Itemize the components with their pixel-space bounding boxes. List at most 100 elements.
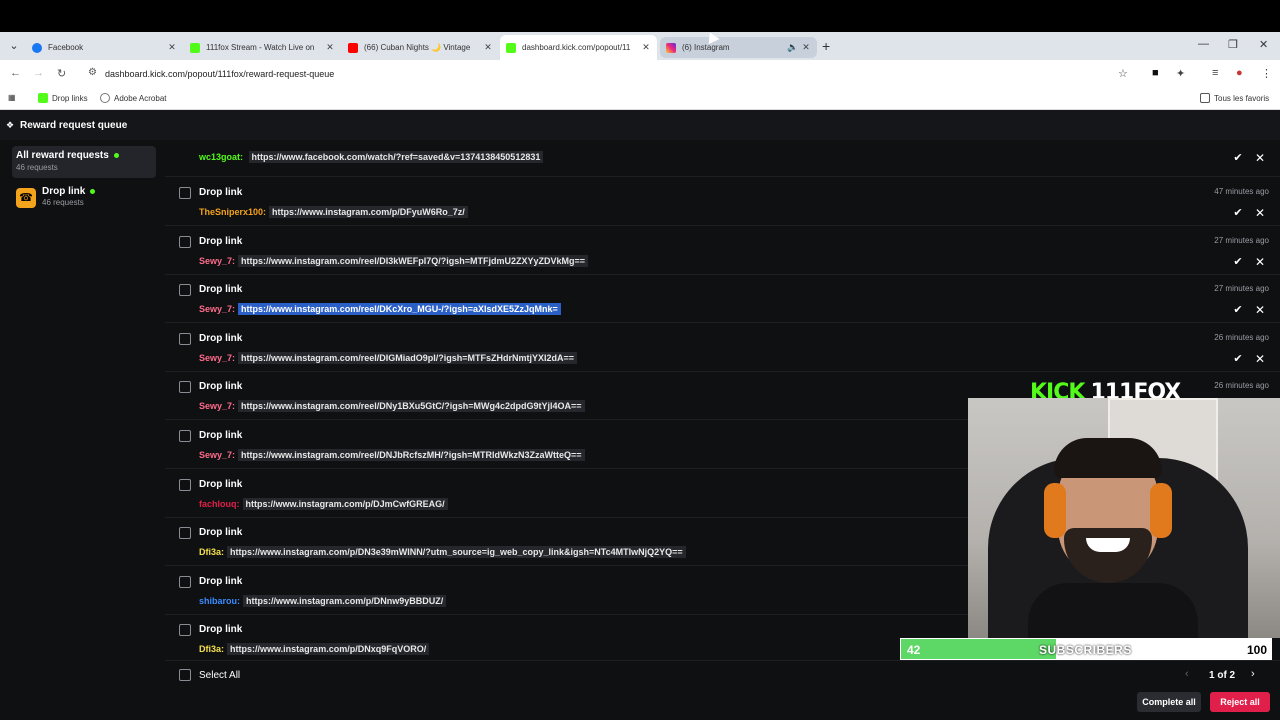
speaker-icon[interactable]: 🔈 [787, 42, 798, 53]
reject-x-icon[interactable]: ✕ [1252, 205, 1268, 221]
tab-dashboard[interactable]: dashboard.kick.com/popout/11 ✕ [500, 35, 657, 60]
row-checkbox[interactable] [179, 478, 191, 491]
request-link[interactable]: https://www.instagram.com/reel/DNy1BXu5G… [238, 400, 585, 413]
subscriber-current: 42 [907, 643, 921, 657]
site-info-icon[interactable]: ⚙ [88, 67, 97, 78]
request-user[interactable]: wc13goat: [199, 152, 243, 162]
extension-kick-icon[interactable]: ■ [1152, 67, 1159, 79]
tab-instagram[interactable]: (6) Instagram 🔈 ✕ [660, 37, 817, 58]
back-icon[interactable]: ← [10, 67, 21, 79]
forward-icon[interactable]: → [33, 67, 44, 79]
close-icon[interactable]: ✕ [483, 42, 493, 53]
star-icon[interactable]: ☆ [1118, 67, 1128, 80]
row-checkbox[interactable] [179, 430, 191, 442]
request-link[interactable]: https://www.instagram.com/reel/DIGMiadO9… [238, 351, 578, 364]
close-icon[interactable]: ✕ [641, 42, 651, 53]
request-line: Sewy_7: https://www.instagram.com/reel/DK… [199, 303, 561, 316]
accept-check-icon[interactable]: ✔ [1230, 254, 1246, 270]
avatar[interactable]: ● [1236, 67, 1243, 79]
select-all-checkbox[interactable] [179, 669, 191, 681]
accept-check-icon[interactable]: ✔ [1230, 205, 1246, 221]
request-user[interactable]: Sewy_7: [199, 401, 235, 411]
close-icon[interactable]: ✕ [325, 42, 335, 53]
sidebar-item-drop-link[interactable]: ☎ Drop link 46 requests [12, 186, 156, 218]
request-link[interactable]: https://www.instagram.com/reel/DNJbRcfsz… [238, 449, 585, 461]
row-checkbox[interactable] [179, 381, 191, 394]
subscriber-progress-fill [901, 639, 1057, 659]
request-link[interactable]: https://www.instagram.com/p/DFyuW6Ro_7z/ [269, 206, 468, 218]
chevron-right-icon[interactable]: › [1251, 668, 1255, 680]
close-icon[interactable]: ✕ [801, 42, 811, 53]
tab-cuban-nights[interactable]: (66) Cuban Nights 🌙 Vintage ✕ [342, 35, 499, 60]
row-checkbox[interactable] [179, 575, 191, 588]
request-link[interactable]: https://www.instagram.com/p/DN3e39mWINN/… [227, 546, 686, 559]
window-close-icon[interactable]: ✕ [1259, 38, 1268, 51]
kick-icon [38, 93, 48, 103]
bookmark-adobe-acrobat[interactable]: Adobe Acrobat [100, 93, 166, 103]
request-link[interactable]: https://www.instagram.com/p/DNxq9FqVORO/ [227, 643, 430, 656]
request-link[interactable]: https://www.facebook.com/watch/?ref=save… [248, 151, 544, 163]
request-line: shibarou: https://www.instagram.com/p/DNn… [199, 594, 447, 607]
menu-icon[interactable]: ⋮ [1261, 67, 1272, 80]
new-tab-button[interactable]: + [822, 38, 830, 54]
tab-facebook[interactable]: Facebook ✕ [26, 35, 183, 60]
list-item: Drop link 47 minutes ago TheSniperx100: htt… [165, 177, 1280, 226]
request-user[interactable]: Sewy_7: [199, 304, 235, 314]
request-title: Drop link [199, 187, 243, 198]
request-user[interactable]: Dfi3a: [199, 547, 224, 557]
request-user[interactable]: Dfi3a: [199, 644, 224, 654]
url-field[interactable]: ⚙ dashboard.kick.com/popout/111fox/rewar… [80, 64, 1140, 84]
row-checkbox[interactable] [179, 527, 191, 540]
request-link[interactable]: https://www.instagram.com/reel/DI3kWEFpI… [238, 254, 589, 267]
complete-all-button[interactable]: Complete all [1137, 692, 1201, 712]
screen-top-bar [0, 0, 1280, 32]
request-link[interactable]: https://www.instagram.com/reel/DKcXro_MG… [238, 303, 561, 316]
webcam-overlay [968, 398, 1280, 638]
request-link[interactable]: https://www.instagram.com/p/DJmCwfGREAG/ [242, 497, 448, 510]
list-item: wc13goat: https://www.facebook.com/watch… [165, 140, 1280, 177]
row-checkbox[interactable] [179, 624, 191, 637]
select-all-label: Select All [199, 670, 241, 681]
extensions-icon[interactable]: ✦ [1176, 67, 1185, 80]
row-checkbox[interactable] [179, 284, 191, 297]
apps-icon[interactable]: ▦ [8, 93, 16, 102]
reload-icon[interactable]: ↻ [57, 67, 66, 80]
request-user[interactable]: Sewy_7: [199, 450, 235, 460]
accept-check-icon[interactable]: ✔ [1230, 302, 1246, 318]
sidebar-item-all-requests[interactable]: All reward requests 46 requests [12, 146, 156, 178]
media-icon[interactable]: ≡ [1212, 67, 1218, 79]
bookmark-drop-links[interactable]: Drop links [38, 93, 88, 103]
request-user[interactable]: Sewy_7: [199, 256, 235, 266]
close-icon[interactable]: ✕ [167, 42, 177, 53]
reject-all-button[interactable]: Reject all [1210, 692, 1270, 712]
tab-111fox-stream[interactable]: 111fox Stream - Watch Live on ✕ [184, 35, 341, 60]
reject-x-icon[interactable]: ✕ [1252, 254, 1268, 270]
request-time: 27 minutes ago [1214, 284, 1269, 294]
row-checkbox[interactable] [179, 332, 191, 345]
reject-x-icon[interactable]: ✕ [1252, 150, 1268, 166]
minimize-icon[interactable]: — [1198, 38, 1209, 50]
tab-search-icon[interactable]: ⌄ [6, 38, 22, 54]
request-user[interactable]: Sewy_7: [199, 353, 235, 363]
reject-x-icon[interactable]: ✕ [1252, 302, 1268, 318]
row-checkbox[interactable] [179, 187, 191, 199]
all-bookmarks[interactable]: Tous les favoris [1200, 93, 1269, 103]
accept-check-icon[interactable]: ✔ [1230, 351, 1246, 367]
request-user[interactable]: TheSniperx100: [199, 207, 266, 217]
request-line: Dfi3a: https://www.instagram.com/p/DN3e39… [199, 546, 686, 559]
reward-icon: ☎ [16, 188, 36, 208]
request-link[interactable]: https://www.instagram.com/p/DNnw9yBBDUZ/ [243, 594, 447, 607]
row-checkbox[interactable] [179, 235, 191, 248]
tab-title: dashboard.kick.com/popout/11 [522, 43, 631, 52]
reject-x-icon[interactable]: ✕ [1252, 351, 1268, 367]
url-text: dashboard.kick.com/popout/111fox/reward-… [105, 69, 335, 79]
list-item: Drop link 27 minutes ago Sewy_7: https://ww… [165, 274, 1280, 324]
request-line: Dfi3a: https://www.instagram.com/p/DNxq9F… [199, 643, 430, 656]
request-user[interactable]: shibarou: [199, 596, 240, 606]
request-user[interactable]: fachlouq: [199, 499, 240, 509]
online-dot-icon [113, 152, 119, 158]
accept-check-icon[interactable]: ✔ [1230, 150, 1246, 166]
tab-strip: ⌄ Facebook ✕ 111fox Stream - Watch Live … [0, 32, 1280, 60]
chevron-left-icon[interactable]: ‹ [1185, 668, 1189, 680]
maximize-icon[interactable]: ❐ [1228, 38, 1238, 51]
